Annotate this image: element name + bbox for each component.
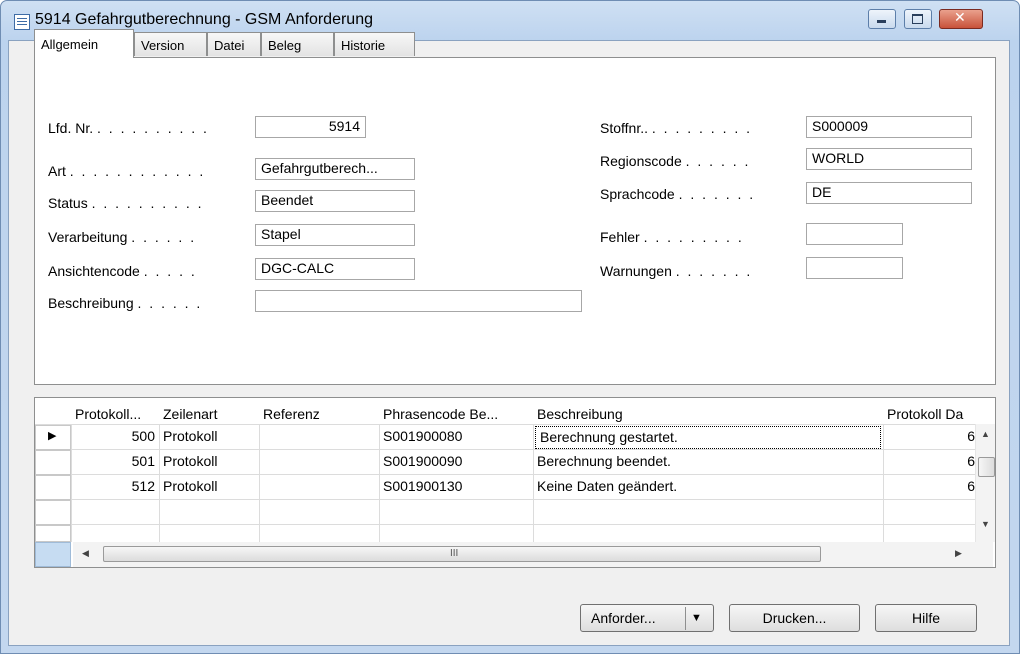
- cell-nr[interactable]: 501: [71, 450, 159, 475]
- warnungen-label: Warnungen . . . . . . .: [600, 263, 753, 279]
- row-selector[interactable]: [35, 450, 71, 475]
- cell-datum[interactable]: 6: [883, 475, 975, 500]
- cell-zeilenart[interactable]: Protokoll: [159, 425, 259, 450]
- general-panel: Lfd. Nr. . . . . . . . . . . 5914 Art . …: [34, 57, 996, 385]
- scroll-down-icon[interactable]: ▼: [981, 519, 990, 529]
- cell-referenz[interactable]: [259, 425, 379, 450]
- tab-label: Beleg: [268, 38, 302, 53]
- dropdown-arrow-icon: ▼: [691, 612, 702, 624]
- regionscode-label: Regionscode . . . . . .: [600, 153, 751, 169]
- column-header-referenz[interactable]: Referenz: [259, 398, 379, 424]
- maximize-icon[interactable]: [904, 9, 932, 29]
- window-title: 5914 Gefahrgutberechnung - GSM Anforderu…: [35, 11, 373, 28]
- cell-nr[interactable]: 500: [71, 425, 159, 450]
- beschreibung-field[interactable]: [255, 290, 582, 312]
- anforder-button[interactable]: Anforder... ▼: [580, 604, 714, 632]
- vertical-scroll-thumb[interactable]: [978, 457, 995, 477]
- scroll-right-icon[interactable]: ▶: [955, 548, 962, 559]
- tab-beleg[interactable]: Beleg: [261, 32, 334, 56]
- hilfe-button[interactable]: Hilfe: [875, 604, 977, 632]
- tab-datei[interactable]: Datei: [207, 32, 261, 56]
- cell-zeilenart[interactable]: Protokoll: [159, 475, 259, 500]
- stoffnr-field[interactable]: S000009: [806, 116, 972, 138]
- art-label: Art . . . . . . . . . . . .: [48, 163, 206, 179]
- row-selector[interactable]: [35, 500, 71, 525]
- cell-beschreibung[interactable]: Berechnung beendet.: [533, 450, 883, 475]
- tab-label: Allgemein: [41, 37, 99, 52]
- tab-version[interactable]: Version: [134, 32, 207, 56]
- scroll-grip: III: [450, 548, 459, 559]
- column-header-phrasencode[interactable]: Phrasencode Be...: [379, 398, 533, 424]
- regionscode-field[interactable]: WORLD: [806, 148, 972, 170]
- row-selector[interactable]: ▶: [35, 425, 71, 450]
- cell-referenz[interactable]: [259, 450, 379, 475]
- verarbeitung-label: Verarbeitung . . . . . .: [48, 229, 197, 245]
- warnungen-field[interactable]: [806, 257, 903, 279]
- cell-phrasencode[interactable]: S001900130: [379, 475, 533, 500]
- protocol-grid: Protokoll... Zeilenart Referenz Phrasenc…: [34, 397, 996, 568]
- tab-label: Datei: [214, 38, 245, 53]
- close-icon[interactable]: ✕: [939, 9, 983, 29]
- row-pointer-icon: ▶: [48, 430, 57, 442]
- fehler-label: Fehler . . . . . . . . .: [600, 229, 744, 245]
- row-selector[interactable]: [35, 525, 71, 542]
- cell-zeilenart[interactable]: Protokoll: [159, 450, 259, 475]
- horizontal-scroll-thumb[interactable]: III: [103, 546, 821, 562]
- scroll-left-icon[interactable]: ◀: [82, 548, 89, 559]
- tab-historie[interactable]: Historie: [334, 32, 415, 56]
- cell-datum[interactable]: 6: [883, 450, 975, 475]
- table-icon: [14, 14, 30, 30]
- verarbeitung-field[interactable]: Stapel: [255, 224, 415, 246]
- dropdown-separator: [685, 607, 686, 630]
- sprachcode-label: Sprachcode . . . . . . .: [600, 186, 756, 202]
- ansichtencode-label: Ansichtencode . . . . .: [48, 263, 197, 279]
- cell-beschreibung[interactable]: Berechnung gestartet.: [535, 426, 881, 449]
- tab-label: Historie: [341, 38, 386, 53]
- status-field[interactable]: Beendet: [255, 190, 415, 212]
- cell-beschreibung[interactable]: Keine Daten geändert.: [533, 475, 883, 500]
- anforder-label: Anforder...: [591, 610, 656, 626]
- column-header-zeilenart[interactable]: Zeilenart: [159, 398, 259, 424]
- column-header-beschreibung[interactable]: Beschreibung: [533, 398, 883, 424]
- tab-allgemein[interactable]: Allgemein: [34, 29, 134, 58]
- art-field[interactable]: Gefahrgutberech...: [255, 158, 415, 180]
- status-label: Status . . . . . . . . . .: [48, 195, 204, 211]
- ansichtencode-field[interactable]: DGC-CALC: [255, 258, 415, 280]
- horizontal-scrollbar[interactable]: ◀ III ▶: [73, 542, 993, 567]
- beschreibung-label: Beschreibung . . . . . .: [48, 295, 203, 311]
- minimize-icon[interactable]: [868, 9, 896, 29]
- grid-corner: [35, 542, 71, 567]
- scroll-up-icon[interactable]: ▲: [981, 429, 990, 439]
- tab-label: Version: [141, 38, 185, 53]
- drucken-button[interactable]: Drucken...: [729, 604, 860, 632]
- column-header-protokoll-datum[interactable]: Protokoll Da: [883, 398, 975, 424]
- sprachcode-field[interactable]: DE: [806, 182, 972, 204]
- row-selector[interactable]: [35, 475, 71, 500]
- cell-referenz[interactable]: [259, 475, 379, 500]
- lfd-nr-field[interactable]: 5914: [255, 116, 366, 138]
- cell-datum[interactable]: 6: [883, 425, 975, 450]
- stoffnr-label: Stoffnr.. . . . . . . . . .: [600, 120, 753, 136]
- fehler-field[interactable]: [806, 223, 903, 245]
- column-header-protokoll[interactable]: Protokoll...: [71, 398, 159, 424]
- vertical-scrollbar[interactable]: ▲ ▼: [975, 424, 995, 542]
- lfd-nr-label: Lfd. Nr. . . . . . . . . . .: [48, 120, 209, 136]
- cell-phrasencode[interactable]: S001900090: [379, 450, 533, 475]
- cell-nr[interactable]: 512: [71, 475, 159, 500]
- cell-phrasencode[interactable]: S001900080: [379, 425, 533, 450]
